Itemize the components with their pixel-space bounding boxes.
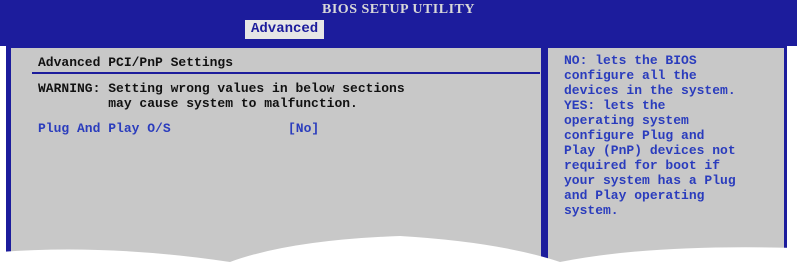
help-text-line: system.	[564, 203, 619, 218]
help-text-line: your system has a Plug	[564, 173, 736, 188]
warning-line: may cause system to malfunction.	[38, 96, 358, 111]
option-value[interactable]: [No]	[288, 121, 319, 136]
help-text-line: configure all the	[564, 68, 697, 83]
help-text-line: devices in the system.	[564, 83, 736, 98]
warning-line: WARNING: Setting wrong values in below s…	[38, 81, 405, 96]
panel-divider	[543, 46, 546, 269]
help-text-line: operating system	[564, 113, 689, 128]
help-text-line: and Play operating	[564, 188, 705, 203]
help-text-line: configure Plug and	[564, 128, 705, 143]
tab-advanced[interactable]: Advanced	[245, 20, 325, 39]
help-text-line: YES: lets the	[564, 98, 666, 113]
help-text-line: NO: lets the BIOS	[564, 53, 697, 68]
help-text-line: required for boot if	[564, 158, 721, 173]
option-plug-and-play-os[interactable]: Plug And Play O/S [No]	[38, 121, 508, 137]
section-title: Advanced PCI/PnP Settings	[38, 55, 234, 70]
window-title: BIOS SETUP UTILITY	[322, 2, 475, 17]
bios-screen: BIOS SETUP UTILITY Advanced Advanced PCI…	[0, 0, 797, 269]
option-label: Plug And Play O/S	[38, 121, 171, 136]
section-divider	[32, 72, 540, 74]
help-text-line: Play (PnP) devices not	[564, 143, 736, 158]
